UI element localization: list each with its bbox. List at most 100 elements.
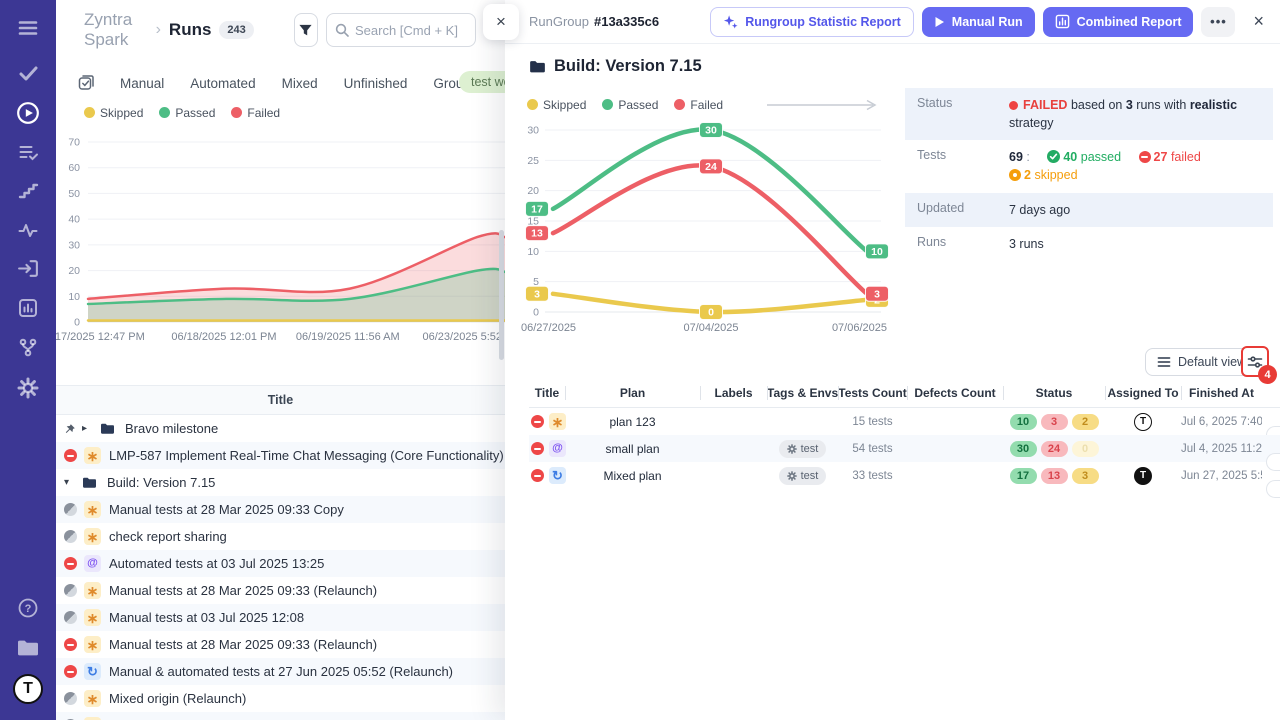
run-title: Manual tests at 28 Mar 2025 09:33 (Relau… bbox=[109, 637, 377, 652]
run-list-item[interactable]: check report sharing bbox=[56, 523, 505, 550]
svg-text:06/18/2025 12:01 PM: 06/18/2025 12:01 PM bbox=[171, 331, 276, 343]
run-list-item[interactable]: Automated tests at 03 Jul 2025 13:25 bbox=[56, 550, 505, 577]
run-list-item[interactable]: Manual tests at 03 Jul 2025 12:08 bbox=[56, 604, 505, 631]
run-status-icon bbox=[64, 557, 77, 570]
select-all-icon[interactable] bbox=[78, 75, 94, 91]
svg-text:10: 10 bbox=[527, 246, 539, 258]
run-list-item[interactable]: Manual & automated tests at 27 Jun 2025 … bbox=[56, 658, 505, 685]
run-list-item[interactable]: Manual tests at 28 Mar 2025 09:33 (Relau… bbox=[56, 631, 505, 658]
table-row[interactable]: plan 123 15 tests 10 3 2 T Jul bbox=[529, 408, 1280, 435]
scrollbar-thumb[interactable] bbox=[499, 230, 504, 360]
check-icon[interactable] bbox=[17, 62, 39, 84]
list-check-icon[interactable] bbox=[17, 141, 39, 163]
pin-icon bbox=[64, 423, 78, 435]
user-avatar[interactable]: T bbox=[13, 674, 43, 704]
table-column-header[interactable]: Status bbox=[1003, 386, 1105, 400]
assignee-avatar[interactable]: T bbox=[1134, 413, 1152, 431]
table-row[interactable]: small plan test 54 tests 30 24 0 bbox=[529, 435, 1280, 462]
detail-row-updated: Updated 7 days ago bbox=[905, 193, 1273, 227]
run-status-icon bbox=[64, 638, 77, 651]
rungroup-title: Build: Version 7.15 bbox=[529, 57, 702, 76]
chevron-icon[interactable] bbox=[82, 424, 94, 434]
import-icon[interactable] bbox=[17, 257, 40, 280]
table-column-header[interactable]: Assigned To bbox=[1105, 386, 1181, 400]
steps-icon[interactable] bbox=[17, 180, 39, 202]
table-column-header[interactable]: Labels bbox=[700, 386, 767, 400]
runs-tab[interactable]: Automated bbox=[190, 76, 255, 91]
runs-header: Zyntra Spark › Runs 243 bbox=[56, 0, 505, 60]
runs-tab[interactable]: Unfinished bbox=[344, 76, 408, 91]
breadcrumb-project[interactable]: Zyntra Spark bbox=[84, 10, 148, 50]
plan-cell[interactable]: Mixed plan bbox=[565, 469, 700, 483]
runs-tab[interactable]: Manual bbox=[120, 76, 164, 91]
svg-text:10: 10 bbox=[68, 291, 80, 303]
run-status-icon bbox=[64, 530, 77, 543]
svg-text:13: 13 bbox=[531, 228, 543, 240]
combined-report-button[interactable]: Combined Report bbox=[1043, 7, 1194, 37]
projects-folder-icon[interactable] bbox=[16, 638, 40, 658]
manual-run-button[interactable]: Manual Run bbox=[922, 7, 1035, 37]
run-list-item[interactable]: Build: Version 7.15 bbox=[56, 469, 505, 496]
svg-text:24: 24 bbox=[705, 161, 717, 173]
svg-text:30: 30 bbox=[527, 125, 539, 137]
run-status-icon bbox=[531, 469, 544, 482]
git-branch-icon[interactable] bbox=[17, 336, 39, 358]
funnel-icon bbox=[298, 23, 313, 38]
svg-text:06/27/2025: 06/27/2025 bbox=[521, 322, 576, 334]
table-header-row: TitlePlanLabelsTags & EnvsTests CountDef… bbox=[529, 378, 1280, 408]
run-list-item[interactable]: LMP-587 Implement Real-Time Chat Messagi… bbox=[56, 442, 505, 469]
svg-text:17: 17 bbox=[531, 203, 543, 215]
tag-pill[interactable]: test bbox=[779, 440, 827, 458]
table-column-header[interactable]: Finished At bbox=[1181, 386, 1262, 400]
table-column-header[interactable]: Tests Count bbox=[838, 386, 907, 400]
assignee-avatar[interactable]: T bbox=[1134, 467, 1152, 485]
failed-dot-icon bbox=[1009, 101, 1018, 110]
tests-count-cell: 15 tests bbox=[838, 416, 907, 428]
help-icon[interactable]: ? bbox=[17, 597, 39, 619]
more-actions-button[interactable]: ••• bbox=[1201, 7, 1235, 37]
assigned-to-cell: T bbox=[1105, 413, 1181, 431]
table-column-header[interactable]: Plan bbox=[565, 386, 700, 400]
legend-item: Skipped bbox=[84, 106, 143, 120]
activity-pulse-icon[interactable] bbox=[17, 219, 39, 241]
run-origin-icon bbox=[84, 528, 101, 545]
filter-tag-pill[interactable]: test work bbox=[459, 71, 505, 93]
table-column-header[interactable]: Tags & Envs bbox=[767, 386, 838, 400]
panel-close-button[interactable]: × bbox=[483, 4, 519, 40]
skipped-pill: 0 bbox=[1072, 441, 1099, 457]
tag-pill[interactable]: test bbox=[779, 467, 827, 485]
rungroup-close-button[interactable]: × bbox=[1253, 11, 1264, 32]
list-header-title[interactable]: Title bbox=[56, 385, 505, 415]
statistic-report-button[interactable]: Rungroup Statistic Report bbox=[710, 7, 914, 37]
filter-button[interactable] bbox=[294, 13, 318, 47]
run-list-item[interactable]: Mixed origin (Relaunch) bbox=[56, 685, 505, 712]
svg-text:0: 0 bbox=[74, 317, 80, 329]
detail-row-tests: Tests 69 : 40 passed 27 failed 2 skipped bbox=[905, 140, 1273, 192]
run-list-item[interactable]: Bravo milestone bbox=[56, 415, 505, 442]
legend-dot bbox=[602, 99, 613, 110]
run-status-icon bbox=[64, 449, 77, 462]
run-origin-icon bbox=[84, 609, 101, 626]
settings-gear-icon[interactable] bbox=[17, 377, 39, 399]
run-list-item[interactable] bbox=[56, 712, 505, 720]
bar-chart-icon[interactable] bbox=[17, 297, 39, 319]
run-status-icon bbox=[64, 665, 77, 678]
run-status-icon bbox=[64, 503, 77, 516]
table-column-header[interactable]: Title bbox=[529, 386, 565, 400]
plan-cell[interactable]: plan 123 bbox=[565, 415, 700, 429]
table-column-header[interactable]: Defects Count bbox=[907, 386, 1003, 400]
menu-icon[interactable] bbox=[17, 17, 39, 39]
run-list-item[interactable]: Manual tests at 28 Mar 2025 09:33 (Relau… bbox=[56, 577, 505, 604]
run-list-item[interactable]: Manual tests at 28 Mar 2025 09:33 Copy bbox=[56, 496, 505, 523]
search-input[interactable] bbox=[355, 23, 467, 38]
run-origin-icon bbox=[549, 440, 566, 457]
runs-play-circle-icon[interactable] bbox=[16, 101, 40, 125]
list-view-icon bbox=[1157, 356, 1171, 368]
folder-icon bbox=[100, 422, 115, 435]
chevron-icon[interactable] bbox=[64, 478, 76, 488]
run-title: Manual tests at 28 Mar 2025 09:33 (Relau… bbox=[109, 583, 377, 598]
plan-cell[interactable]: small plan bbox=[565, 442, 700, 456]
run-origin-icon bbox=[84, 555, 101, 572]
runs-tab[interactable]: Mixed bbox=[282, 76, 318, 91]
table-row[interactable]: Mixed plan test 33 tests 17 13 3 bbox=[529, 462, 1280, 489]
